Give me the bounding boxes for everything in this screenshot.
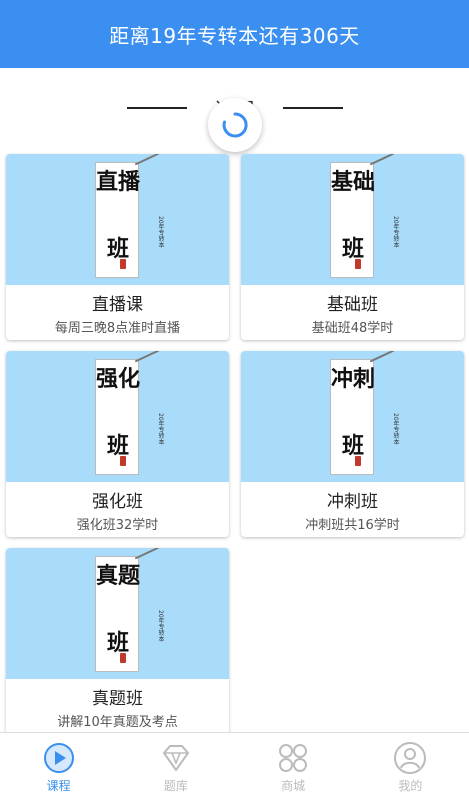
course-cover: 基础 班 20年专转本 — [241, 154, 464, 285]
seal-icon — [355, 456, 361, 466]
brush-icon — [369, 154, 395, 166]
tab-courses[interactable]: 课程 — [0, 733, 117, 800]
play-circle-icon — [43, 742, 74, 773]
course-desc: 强化班32学时 — [76, 518, 159, 533]
course-card-basic[interactable]: 基础 班 20年专转本 基础班 基础班48学时 — [241, 154, 464, 340]
course-desc: 冲刺班共16学时 — [305, 518, 400, 533]
divider-right — [282, 107, 343, 109]
loading-icon — [222, 112, 248, 138]
course-card-sprint[interactable]: 冲刺 班 20年专转本 冲刺班 冲刺班共16学时 — [241, 351, 464, 537]
user-icon — [394, 741, 427, 774]
tab-question-bank[interactable]: 题库 — [117, 733, 234, 800]
course-desc: 讲解10年真题及考点 — [57, 715, 178, 730]
cover-class-char: 班 — [106, 433, 129, 459]
brush-icon — [134, 154, 160, 166]
cover-title: 基础 — [331, 169, 376, 195]
cover-class-char: 班 — [341, 236, 364, 262]
cover-class-char: 班 — [341, 433, 364, 459]
diamond-icon — [162, 744, 189, 771]
brush-icon — [369, 351, 395, 363]
cover-class-char: 班 — [106, 630, 129, 656]
tab-profile[interactable]: 我的 — [352, 733, 469, 800]
cover-side-text: 20年专转本 — [157, 216, 164, 248]
seal-icon — [120, 456, 126, 466]
countdown-text: 距离19年专转本还有306天 — [109, 23, 360, 48]
cover-title: 直播 — [96, 169, 141, 195]
tab-label: 题库 — [163, 778, 188, 793]
cover-title: 冲刺 — [331, 366, 376, 392]
course-card-intensive[interactable]: 强化 班 20年专转本 强化班 强化班32学时 — [6, 351, 229, 537]
cover-scroll: 冲刺 班 — [330, 359, 376, 475]
course-desc: 基础班48学时 — [311, 321, 394, 336]
cover-scroll: 基础 班 — [330, 162, 376, 278]
course-desc: 每周三晚8点准时直播 — [54, 321, 181, 336]
bottom-tab-bar: 课程 题库 商城 我的 — [0, 732, 469, 800]
seal-icon — [120, 259, 126, 269]
cover-scroll: 真题 班 — [95, 556, 141, 672]
cover-side-text: 20年专转本 — [392, 216, 399, 248]
cover-scroll: 强化 班 — [95, 359, 141, 475]
loading-spinner — [208, 98, 262, 152]
seal-icon — [355, 259, 361, 269]
cover-scroll: 直播 班 — [95, 162, 141, 278]
grid-circles-icon — [279, 743, 308, 772]
course-cover: 冲刺 班 20年专转本 — [241, 351, 464, 482]
app-screen: 距离19年专转本还有306天 课程 直播 班 20年专转本 直播课 每周三晚8点… — [0, 0, 469, 800]
cover-class-char: 班 — [106, 236, 129, 262]
course-cover: 直播 班 20年专转本 — [6, 154, 229, 285]
tab-label: 课程 — [46, 778, 71, 793]
course-cover: 强化 班 20年专转本 — [6, 351, 229, 482]
course-name: 冲刺班 — [327, 492, 378, 512]
cover-side-text: 20年专转本 — [392, 413, 399, 445]
brush-icon — [134, 351, 160, 363]
course-card-live[interactable]: 直播 班 20年专转本 直播课 每周三晚8点准时直播 — [6, 154, 229, 340]
cover-side-text: 20年专转本 — [157, 413, 164, 445]
tab-label: 商城 — [281, 778, 306, 793]
seal-icon — [120, 653, 126, 663]
course-name: 直播课 — [92, 295, 143, 315]
course-name: 强化班 — [92, 492, 143, 512]
countdown-banner: 距离19年专转本还有306天 — [0, 0, 469, 68]
divider-left — [126, 107, 187, 109]
cover-title: 强化 — [96, 366, 141, 392]
course-card-past-papers[interactable]: 真题 班 20年专转本 真题班 讲解10年真题及考点 — [6, 548, 229, 734]
brush-icon — [134, 548, 160, 560]
tab-store[interactable]: 商城 — [235, 733, 352, 800]
tab-label: 我的 — [398, 778, 423, 793]
cover-title: 真题 — [96, 563, 141, 589]
cover-side-text: 20年专转本 — [157, 610, 164, 642]
course-cover: 真题 班 20年专转本 — [6, 548, 229, 679]
course-name: 基础班 — [327, 295, 378, 315]
course-name: 真题班 — [92, 689, 143, 709]
